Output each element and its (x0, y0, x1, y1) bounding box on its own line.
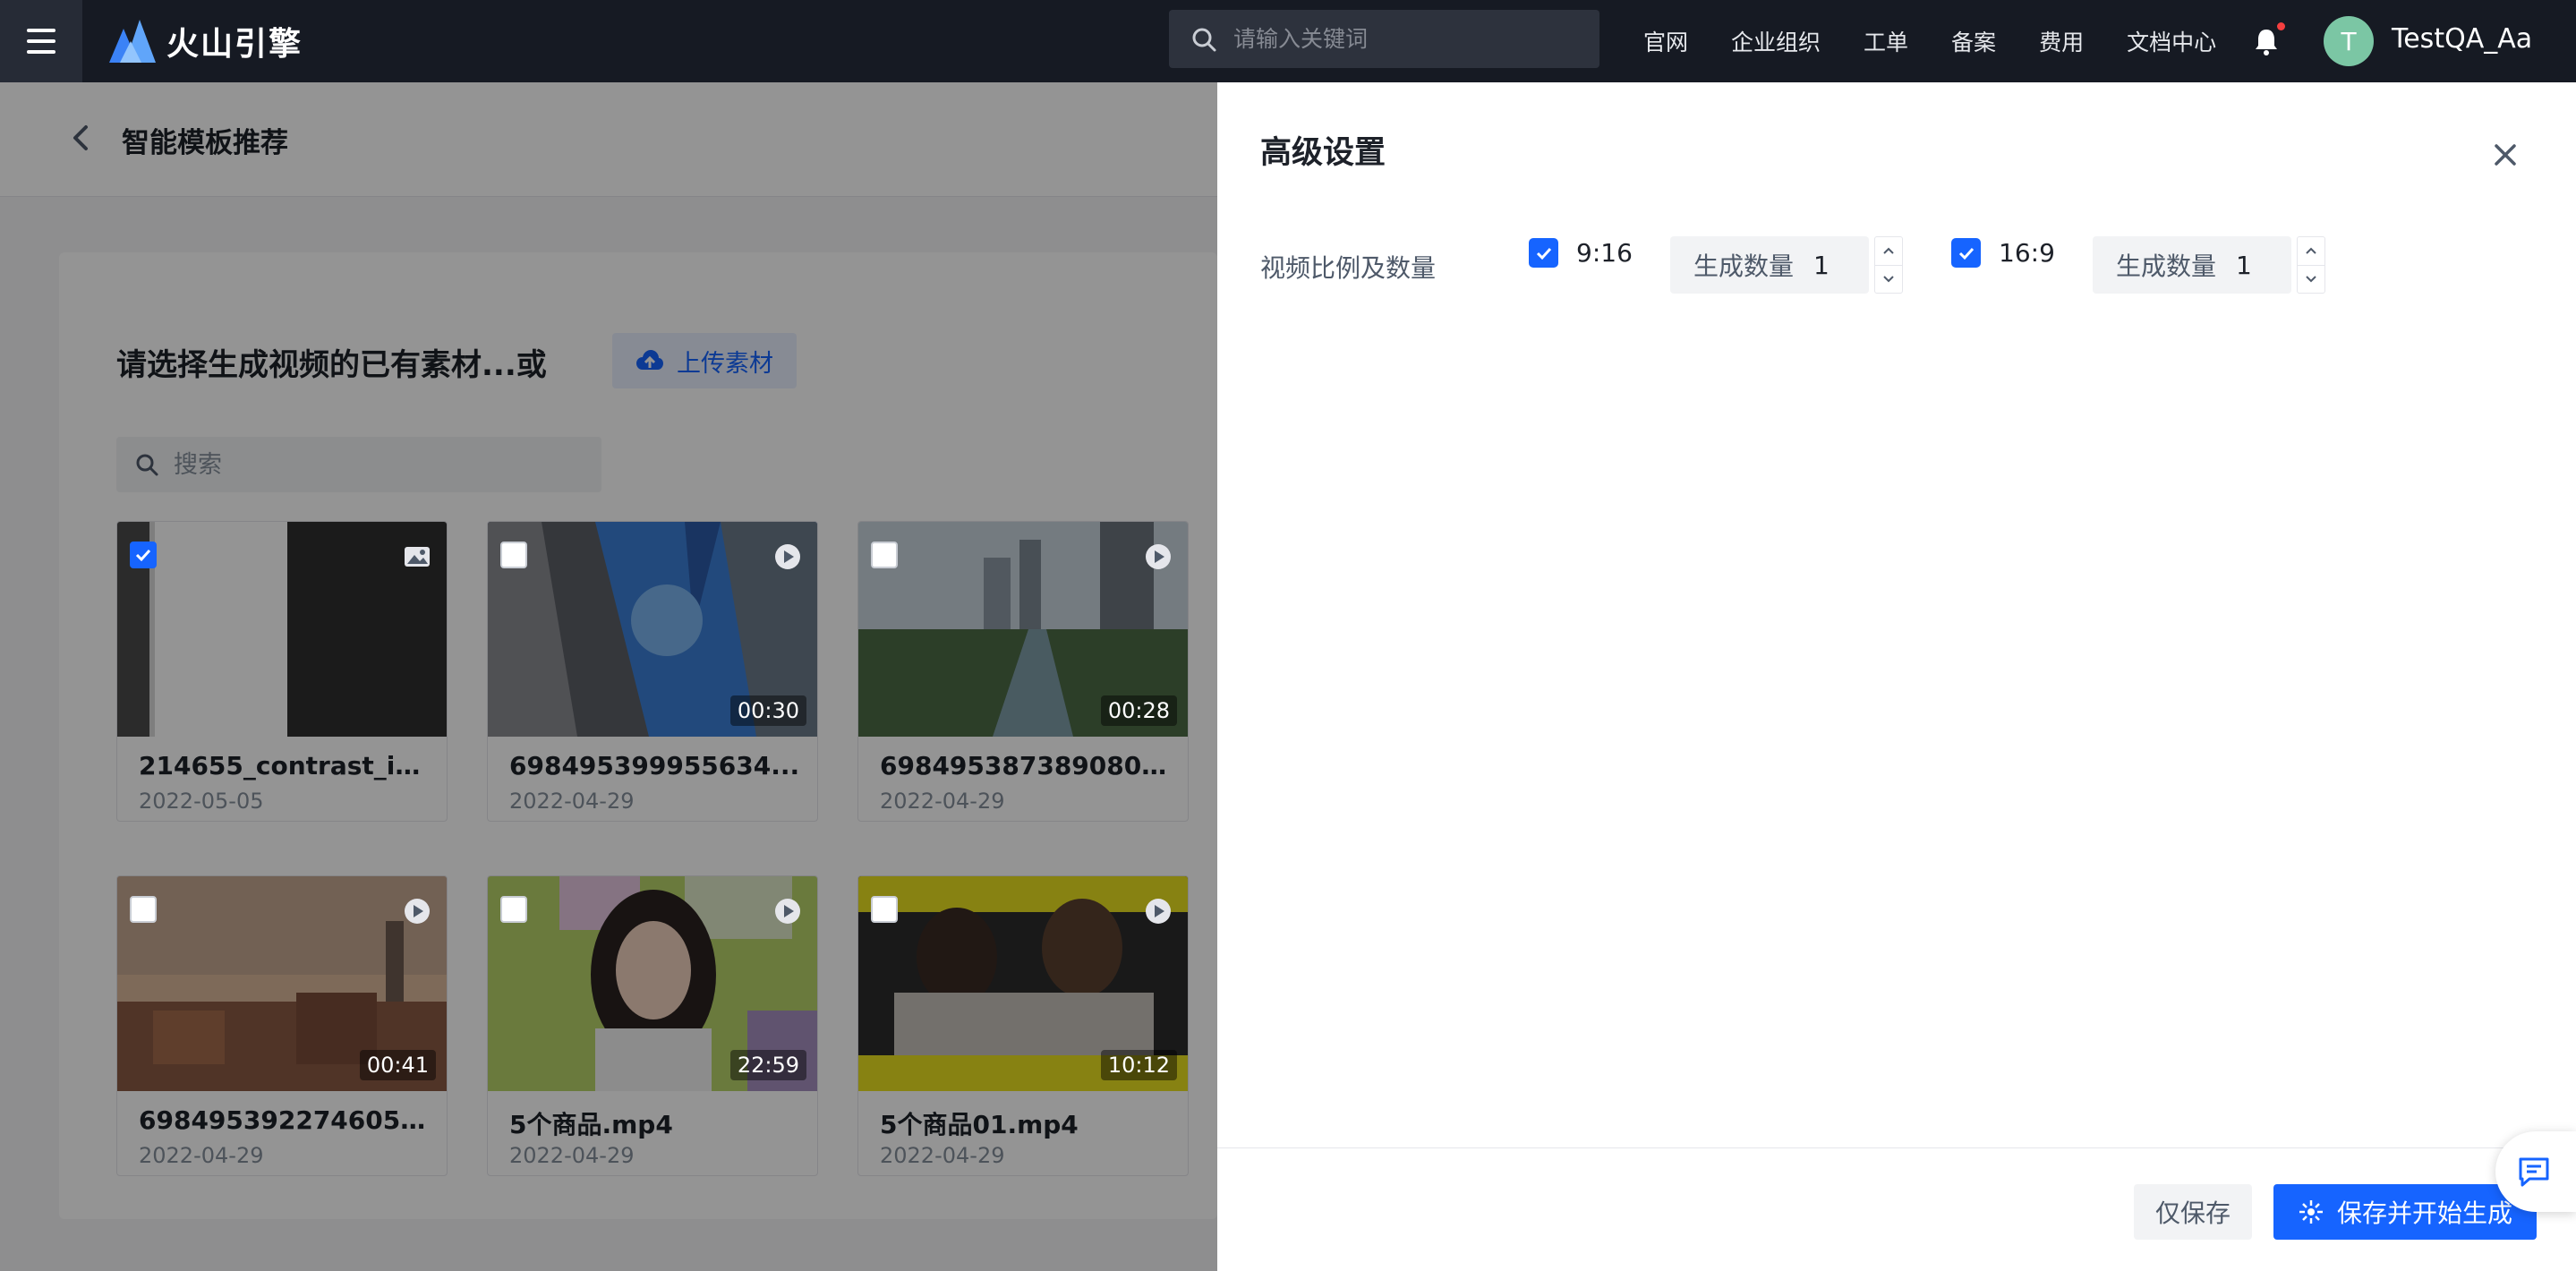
ratio-label-16-9: 16:9 (1999, 238, 2055, 268)
save-and-generate-label: 保存并开始生成 (2336, 1198, 2512, 1228)
video-duration: 10:12 (1100, 1050, 1177, 1080)
count-value[interactable]: 1 (2236, 251, 2252, 280)
nav-organization[interactable]: 企业组织 (1731, 25, 1821, 57)
increment-button[interactable] (1875, 237, 1902, 265)
ratio-label-9-16: 9:16 (1576, 238, 1633, 268)
menu-icon[interactable] (0, 0, 82, 82)
count-input-9-16[interactable]: 生成数量 1 (1670, 236, 1869, 294)
nav-filing[interactable]: 备案 (1951, 25, 1996, 57)
count-stepper-16-9 (2297, 236, 2325, 294)
drawer-footer: 仅保存 保存并开始生成 (1217, 1147, 2576, 1271)
save-and-generate-button[interactable]: 保存并开始生成 (2273, 1184, 2537, 1240)
count-value[interactable]: 1 (1813, 251, 1830, 280)
nav-tickets[interactable]: 工单 (1864, 25, 1908, 57)
check-icon (1536, 247, 1551, 260)
global-search[interactable] (1169, 10, 1599, 68)
advanced-settings-drawer: 高级设置 视频比例及数量 9:16 生成数量 1 16:9 生成数量 1 仅保存… (1217, 82, 2576, 1271)
username[interactable]: TestQA_Aa (2392, 23, 2532, 55)
chevron-down-icon (2306, 276, 2316, 283)
notification-dot (2277, 22, 2285, 30)
decrement-button[interactable] (1875, 264, 1902, 294)
check-icon (135, 549, 151, 562)
count-stepper-9-16 (1874, 236, 1903, 294)
bell-icon[interactable] (2250, 25, 2282, 57)
ratio-field-label: 视频比例及数量 (1260, 253, 1437, 283)
brand-logo[interactable]: 火山引擎 (109, 16, 303, 66)
chevron-up-icon (1883, 247, 1894, 254)
material-checkbox[interactable] (500, 896, 527, 923)
video-duration: 00:28 (1100, 695, 1177, 726)
play-icon (775, 544, 800, 569)
video-duration: 00:30 (729, 695, 806, 726)
material-checkbox[interactable] (130, 542, 157, 568)
material-checkbox[interactable] (500, 542, 527, 568)
material-checkbox[interactable] (871, 896, 898, 923)
play-icon (775, 899, 800, 924)
close-icon[interactable] (2486, 136, 2524, 174)
chat-icon (2519, 1157, 2549, 1187)
top-nav: 官网 企业组织 工单 备案 费用 文档中心 (1643, 0, 2259, 82)
modal-mask[interactable] (0, 82, 1217, 1271)
nav-official-site[interactable]: 官网 (1643, 25, 1688, 57)
count-label: 生成数量 (1693, 252, 1795, 281)
sparkle-icon (2299, 1200, 2323, 1224)
volcano-logo-icon (109, 20, 156, 63)
increment-button[interactable] (2298, 237, 2324, 265)
ratio-option-9-16: 9:16 (1529, 238, 1633, 268)
decrement-button[interactable] (2298, 264, 2324, 294)
global-search-input[interactable] (1233, 26, 1574, 52)
count-label: 生成数量 (2116, 252, 2217, 281)
chevron-down-icon (1883, 276, 1894, 283)
avatar[interactable]: T (2324, 16, 2374, 66)
nav-docs[interactable]: 文档中心 (2127, 25, 2216, 57)
search-icon (1192, 28, 1216, 51)
ratio-checkbox-9-16[interactable] (1529, 238, 1558, 268)
play-icon (1146, 899, 1171, 924)
video-duration: 22:59 (729, 1050, 806, 1080)
image-icon (405, 547, 430, 567)
material-checkbox[interactable] (871, 542, 898, 568)
brand-name: 火山引擎 (166, 26, 303, 63)
save-only-button[interactable]: 仅保存 (2134, 1184, 2252, 1240)
check-icon (1958, 247, 1974, 260)
nav-billing[interactable]: 费用 (2039, 25, 2084, 57)
feedback-button[interactable] (2495, 1131, 2576, 1212)
play-icon (1146, 544, 1171, 569)
top-bar: 火山引擎 官网 企业组织 工单 备案 费用 文档中心 T TestQA_Aa (0, 0, 2576, 82)
chevron-up-icon (2306, 247, 2316, 254)
video-duration: 00:41 (359, 1050, 436, 1080)
ratio-option-16-9: 16:9 (1951, 238, 2055, 268)
material-checkbox[interactable] (130, 896, 157, 923)
count-input-16-9[interactable]: 生成数量 1 (2093, 236, 2291, 294)
play-icon (405, 899, 430, 924)
ratio-checkbox-16-9[interactable] (1951, 238, 1981, 268)
drawer-title: 高级设置 (1260, 135, 1386, 171)
